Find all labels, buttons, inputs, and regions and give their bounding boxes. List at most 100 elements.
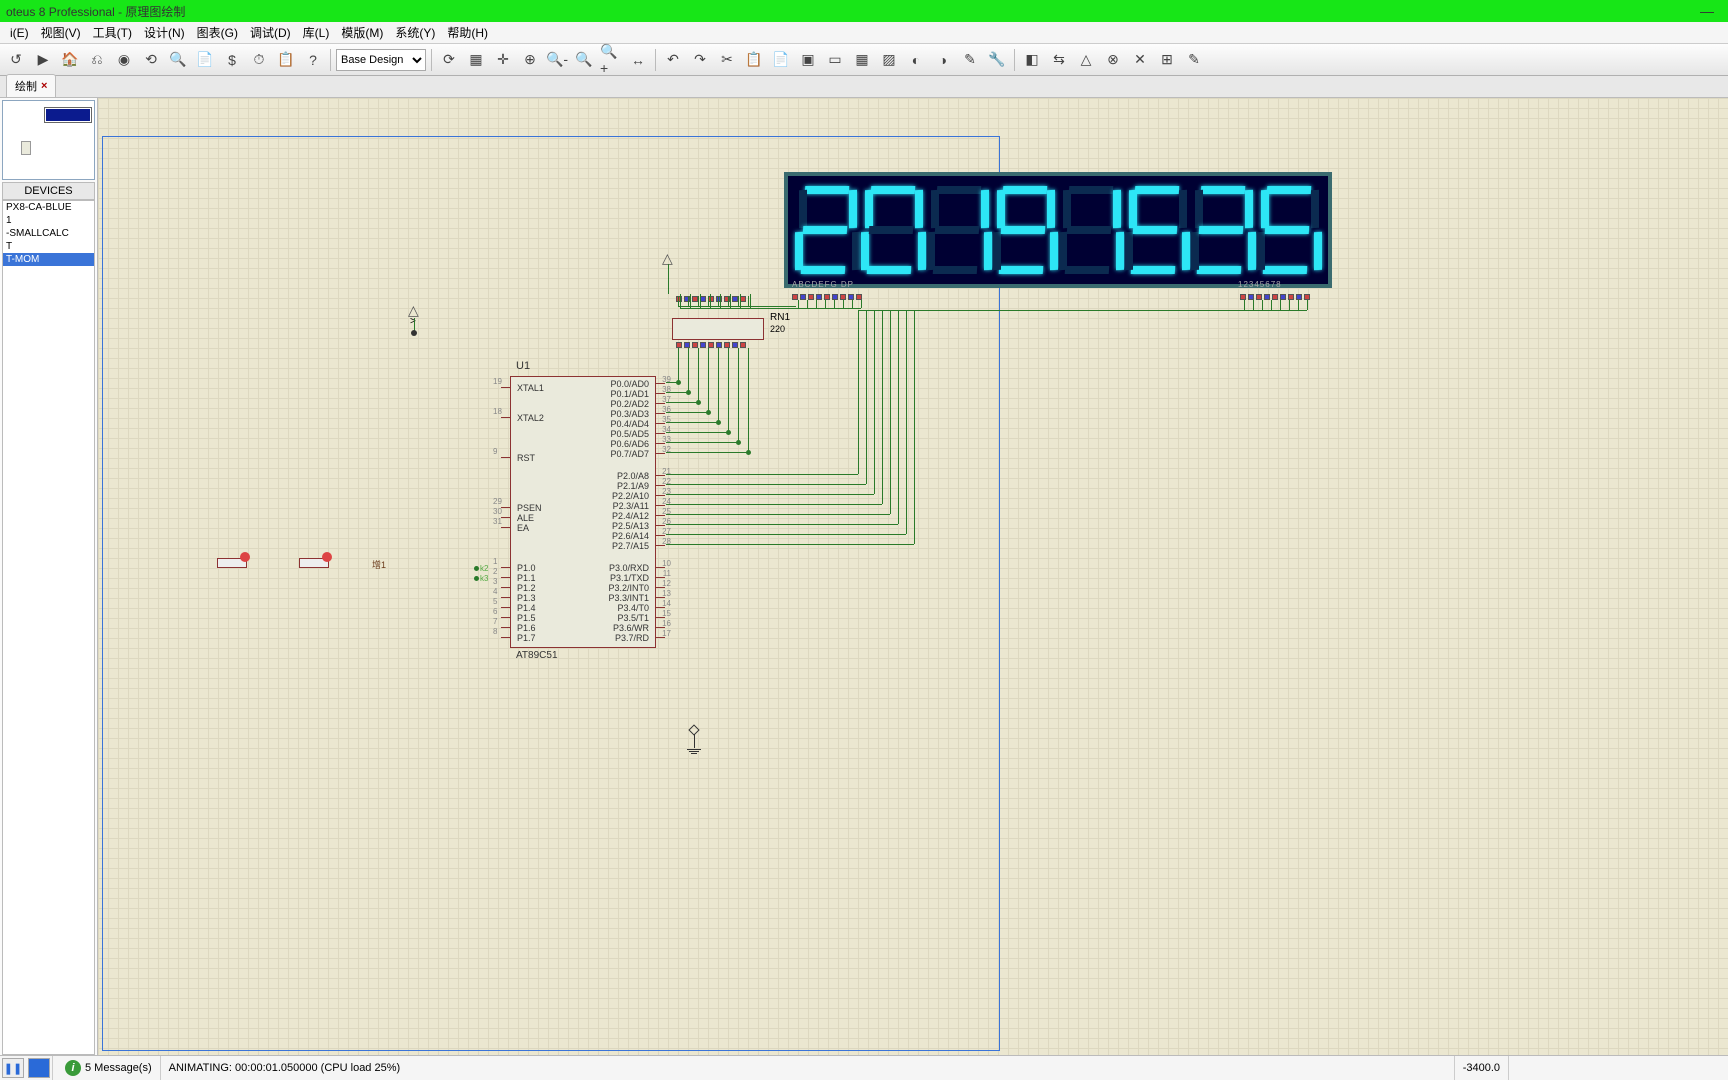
- device-item[interactable]: T: [3, 240, 94, 253]
- wire: [890, 310, 891, 514]
- toolbar-button[interactable]: ✕: [1128, 48, 1152, 72]
- menu-item[interactable]: 调试(D): [244, 24, 297, 41]
- toolbar-button[interactable]: ↷: [688, 48, 712, 72]
- wire: [700, 294, 701, 308]
- toolbar-button[interactable]: 📄: [769, 48, 793, 72]
- toolbar-button[interactable]: ↺: [4, 48, 28, 72]
- menu-item[interactable]: 库(L): [297, 24, 336, 41]
- toolbar-button[interactable]: ✎: [1182, 48, 1206, 72]
- toolbar-button[interactable]: ⊞: [1155, 48, 1179, 72]
- menu-item[interactable]: 模版(M): [335, 24, 389, 41]
- wire: [710, 294, 711, 308]
- menu-item[interactable]: 设计(N): [138, 24, 191, 41]
- schematic-canvas[interactable]: ABCDEFG DP 12345678 RN1 220 U1 19XTAL118…: [98, 98, 1728, 1055]
- toolbar-button[interactable]: 🏠: [58, 48, 82, 72]
- toolbar-button[interactable]: ◐: [904, 48, 928, 72]
- toolbar-button[interactable]: ▨: [877, 48, 901, 72]
- design-selector[interactable]: Base Design: [336, 49, 426, 71]
- toolbar-button[interactable]: ⊗: [1101, 48, 1125, 72]
- resistor-network[interactable]: [672, 318, 764, 340]
- menu-item[interactable]: 工具(T): [87, 24, 138, 41]
- pin-label: P1.6: [517, 623, 536, 633]
- toolbar-button[interactable]: ◑: [931, 48, 955, 72]
- display-pins-right: [1240, 294, 1310, 300]
- digit: [1127, 186, 1187, 274]
- menu-item[interactable]: 图表(G): [191, 24, 244, 41]
- wire: [668, 264, 669, 294]
- toolbar-button[interactable]: ▦: [464, 48, 488, 72]
- wire: [666, 494, 874, 495]
- pin-label: P0.2/AD2: [610, 399, 649, 409]
- toolbar-button[interactable]: ✂: [715, 48, 739, 72]
- toolbar-button[interactable]: ▦: [850, 48, 874, 72]
- wire: [678, 296, 679, 306]
- menu-item[interactable]: 帮助(H): [441, 24, 494, 41]
- pin-label: P3.4/T0: [617, 603, 649, 613]
- pin-label: P3.0/RXD: [609, 563, 649, 573]
- device-item[interactable]: 1: [3, 214, 94, 227]
- messages-panel[interactable]: i 5 Message(s): [52, 1056, 160, 1080]
- toolbar-separator: [330, 49, 331, 71]
- sim-pause-button[interactable]: ❚❚: [2, 1058, 24, 1078]
- toolbar-button[interactable]: ?: [301, 48, 325, 72]
- toolbar-button[interactable]: △: [1074, 48, 1098, 72]
- toolbar-button[interactable]: $: [220, 48, 244, 72]
- toolbar-button[interactable]: 🔍-: [545, 48, 569, 72]
- tab-schematic[interactable]: 绘制 ×: [6, 74, 56, 97]
- window-title: oteus 8 Professional - 原理图绘制: [6, 3, 185, 20]
- wire: [1289, 300, 1290, 310]
- toolbar-button[interactable]: ⊕: [518, 48, 542, 72]
- toolbar-button[interactable]: ⇆: [1047, 48, 1071, 72]
- title-bar: oteus 8 Professional - 原理图绘制 —: [0, 0, 1728, 22]
- toolbar-button[interactable]: ↔: [626, 48, 650, 72]
- toolbar-button[interactable]: 📋: [274, 48, 298, 72]
- push-button[interactable]: [212, 554, 252, 572]
- tab-close-icon[interactable]: ×: [41, 80, 47, 92]
- toolbar-button[interactable]: ⟲: [139, 48, 163, 72]
- pin-label: P0.3/AD3: [610, 409, 649, 419]
- wire: [816, 300, 817, 308]
- sim-stop-button[interactable]: [28, 1058, 50, 1078]
- toolbar-button[interactable]: ↶: [661, 48, 685, 72]
- toolbar-button[interactable]: ✎: [958, 48, 982, 72]
- toolbar-button[interactable]: 🔍: [572, 48, 596, 72]
- display-seg-labels: ABCDEFG DP: [792, 280, 854, 289]
- menu-item[interactable]: 视图(V): [35, 24, 87, 41]
- pin-label: P0.0/AD0: [610, 379, 649, 389]
- ground-terminal-icon[interactable]: [686, 734, 702, 755]
- overview-map[interactable]: [2, 100, 95, 180]
- device-item[interactable]: T-MOM: [3, 253, 94, 266]
- toolbar-button[interactable]: 🔍: [166, 48, 190, 72]
- toolbar-button[interactable]: ◉: [112, 48, 136, 72]
- pin-label: XTAL2: [517, 413, 544, 423]
- toolbar-button[interactable]: ⏱: [247, 48, 271, 72]
- toolbar-button[interactable]: ⎌: [85, 48, 109, 72]
- toolbar-button[interactable]: ▣: [796, 48, 820, 72]
- device-item[interactable]: PX8-CA-BLUE: [3, 201, 94, 214]
- menu-item[interactable]: i(E): [4, 26, 35, 40]
- toolbar-button[interactable]: ✛: [491, 48, 515, 72]
- wire: [728, 348, 729, 432]
- wire: [698, 348, 699, 402]
- devices-header: DEVICES: [2, 182, 95, 200]
- toolbar-button[interactable]: ▭: [823, 48, 847, 72]
- toolbar-button[interactable]: 📄: [193, 48, 217, 72]
- toolbar-button[interactable]: ⟳: [437, 48, 461, 72]
- menu-item[interactable]: 系统(Y): [389, 24, 441, 41]
- wire: [666, 484, 866, 485]
- toolbar-button[interactable]: 🔧: [985, 48, 1009, 72]
- status-bar: ❚❚ i 5 Message(s) ANIMATING: 00:00:01.05…: [0, 1055, 1728, 1080]
- push-button[interactable]: [294, 554, 334, 572]
- rn-pins-bot: [676, 342, 746, 348]
- seven-segment-display[interactable]: [784, 172, 1332, 288]
- devices-list[interactable]: PX8-CA-BLUE1-SMALLCALCTT-MOM: [2, 200, 95, 1055]
- wire-node: [686, 390, 691, 395]
- minimize-button[interactable]: —: [1692, 0, 1722, 22]
- pin-label: P2.5/A13: [612, 521, 649, 531]
- toolbar-button[interactable]: ▶: [31, 48, 55, 72]
- mcu-chip[interactable]: 19XTAL118XTAL29RST29PSEN30ALE31EA1P1.02P…: [510, 376, 656, 648]
- toolbar-button[interactable]: 🔍+: [599, 48, 623, 72]
- toolbar-button[interactable]: ◧: [1020, 48, 1044, 72]
- device-item[interactable]: -SMALLCALC: [3, 227, 94, 240]
- toolbar-button[interactable]: 📋: [742, 48, 766, 72]
